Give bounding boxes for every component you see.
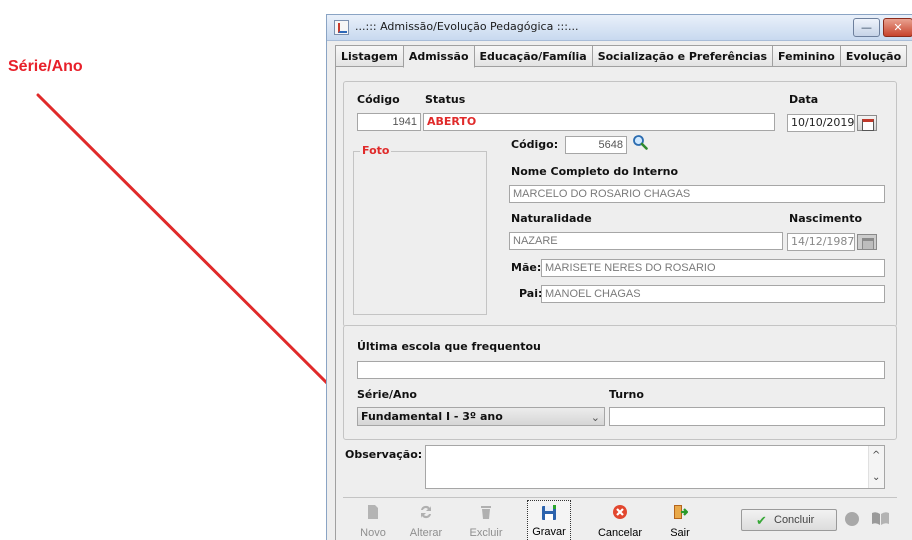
ultima-escola-field[interactable] bbox=[357, 361, 885, 379]
exit-door-icon bbox=[674, 505, 688, 519]
tab-evolucao[interactable]: Evolução bbox=[839, 45, 908, 67]
mae-label: Mãe: bbox=[511, 261, 542, 274]
excluir-label: Excluir bbox=[469, 527, 503, 539]
excluir-button[interactable]: Excluir bbox=[467, 500, 505, 540]
nome-label: Nome Completo do Interno bbox=[511, 165, 679, 178]
pai-field[interactable]: MANOEL CHAGAS bbox=[541, 285, 885, 303]
save-disk-icon bbox=[542, 505, 556, 520]
tab-admissao[interactable]: Admissão bbox=[402, 45, 475, 68]
concluir-label: Concluir bbox=[774, 514, 815, 526]
alterar-label: Alterar bbox=[409, 527, 443, 539]
turno-label: Turno bbox=[609, 388, 644, 401]
tab-socializacao-preferencias[interactable]: Socialização e Preferências bbox=[591, 45, 774, 67]
new-document-icon bbox=[368, 505, 378, 519]
data-calendar-button[interactable] bbox=[857, 115, 877, 131]
sair-button[interactable]: Sair bbox=[663, 500, 697, 540]
tab-bar: Listagem Admissão Educação/Família Socia… bbox=[335, 45, 908, 68]
codigo-label: Código bbox=[357, 93, 400, 106]
check-icon: ✔ bbox=[756, 513, 767, 528]
annotation-label: Série/Ano bbox=[8, 58, 83, 75]
serie-ano-value: Fundamental I - 3º ano bbox=[361, 410, 503, 423]
cancelar-label: Cancelar bbox=[597, 527, 643, 539]
chevron-down-icon: ⌄ bbox=[590, 411, 600, 424]
foto-box[interactable]: Foto bbox=[353, 144, 487, 315]
cancelar-button[interactable]: Cancelar bbox=[595, 500, 645, 540]
gravar-label: Gravar bbox=[532, 526, 566, 538]
tab-educacao-familia[interactable]: Educação/Família bbox=[473, 45, 593, 67]
turno-field[interactable] bbox=[609, 407, 885, 426]
book-icon[interactable] bbox=[872, 512, 889, 525]
novo-button[interactable]: Novo bbox=[355, 500, 391, 540]
search-icon[interactable] bbox=[632, 134, 648, 150]
sair-label: Sair bbox=[670, 527, 690, 539]
nome-field[interactable]: MARCELO DO ROSARIO CHAGAS bbox=[509, 185, 885, 203]
nascimento-field[interactable]: 14/12/1987 bbox=[787, 233, 855, 251]
scroll-down-icon[interactable]: ⌄ bbox=[872, 472, 880, 483]
naturalidade-field[interactable]: NAZARE bbox=[509, 232, 783, 250]
status-dot-icon[interactable] bbox=[845, 512, 859, 526]
title-bar[interactable]: ...::: Admissão/Evolução Pedagógica :::.… bbox=[327, 15, 912, 41]
scroll-up-icon[interactable]: ^ bbox=[872, 450, 880, 461]
gravar-button[interactable]: Gravar bbox=[527, 500, 571, 540]
tab-feminino[interactable]: Feminino bbox=[772, 45, 841, 67]
status-field[interactable]: ABERTO bbox=[423, 113, 775, 131]
data-label: Data bbox=[789, 93, 819, 106]
java-app-icon bbox=[334, 20, 349, 35]
trash-icon bbox=[481, 506, 491, 519]
concluir-button[interactable]: ✔ Concluir bbox=[741, 509, 837, 531]
data-field[interactable]: 10/10/2019 bbox=[787, 114, 855, 132]
novo-label: Novo bbox=[360, 527, 386, 539]
refresh-icon bbox=[421, 505, 431, 519]
observacao-scrollbar[interactable]: ^ ⌄ bbox=[868, 446, 884, 488]
foto-label: Foto bbox=[360, 144, 392, 157]
pai-label: Pai: bbox=[519, 287, 543, 300]
tab-listagem[interactable]: Listagem bbox=[335, 45, 404, 67]
nascimento-label: Nascimento bbox=[789, 212, 863, 225]
observacao-textarea[interactable]: ^ ⌄ bbox=[425, 445, 885, 489]
nascimento-calendar-button[interactable] bbox=[857, 234, 877, 250]
ultima-escola-label: Última escola que frequentou bbox=[357, 340, 541, 353]
observacao-label: Observação: bbox=[345, 448, 423, 461]
alterar-button[interactable]: Alterar bbox=[405, 500, 447, 540]
window-title: ...::: Admissão/Evolução Pedagógica :::.… bbox=[355, 20, 579, 33]
interno-codigo-label: Código: bbox=[511, 138, 559, 151]
close-button[interactable]: ✕ bbox=[883, 18, 912, 37]
minimize-button[interactable]: — bbox=[853, 18, 880, 37]
interno-codigo-field[interactable]: 5648 bbox=[565, 136, 627, 154]
naturalidade-label: Naturalidade bbox=[511, 212, 592, 225]
application-window: ...::: Admissão/Evolução Pedagógica :::.… bbox=[326, 14, 912, 540]
cancel-icon bbox=[613, 505, 627, 519]
serie-ano-label: Série/Ano bbox=[357, 388, 417, 401]
serie-ano-select[interactable]: Fundamental I - 3º ano ⌄ bbox=[357, 407, 605, 426]
status-label: Status bbox=[425, 93, 466, 106]
mae-field[interactable]: MARISETE NERES DO ROSARIO bbox=[541, 259, 885, 277]
bottom-toolbar: Novo Alterar Excluir Gravar Cancelar Sai… bbox=[343, 497, 897, 540]
codigo-field[interactable]: 1941 bbox=[357, 113, 421, 131]
